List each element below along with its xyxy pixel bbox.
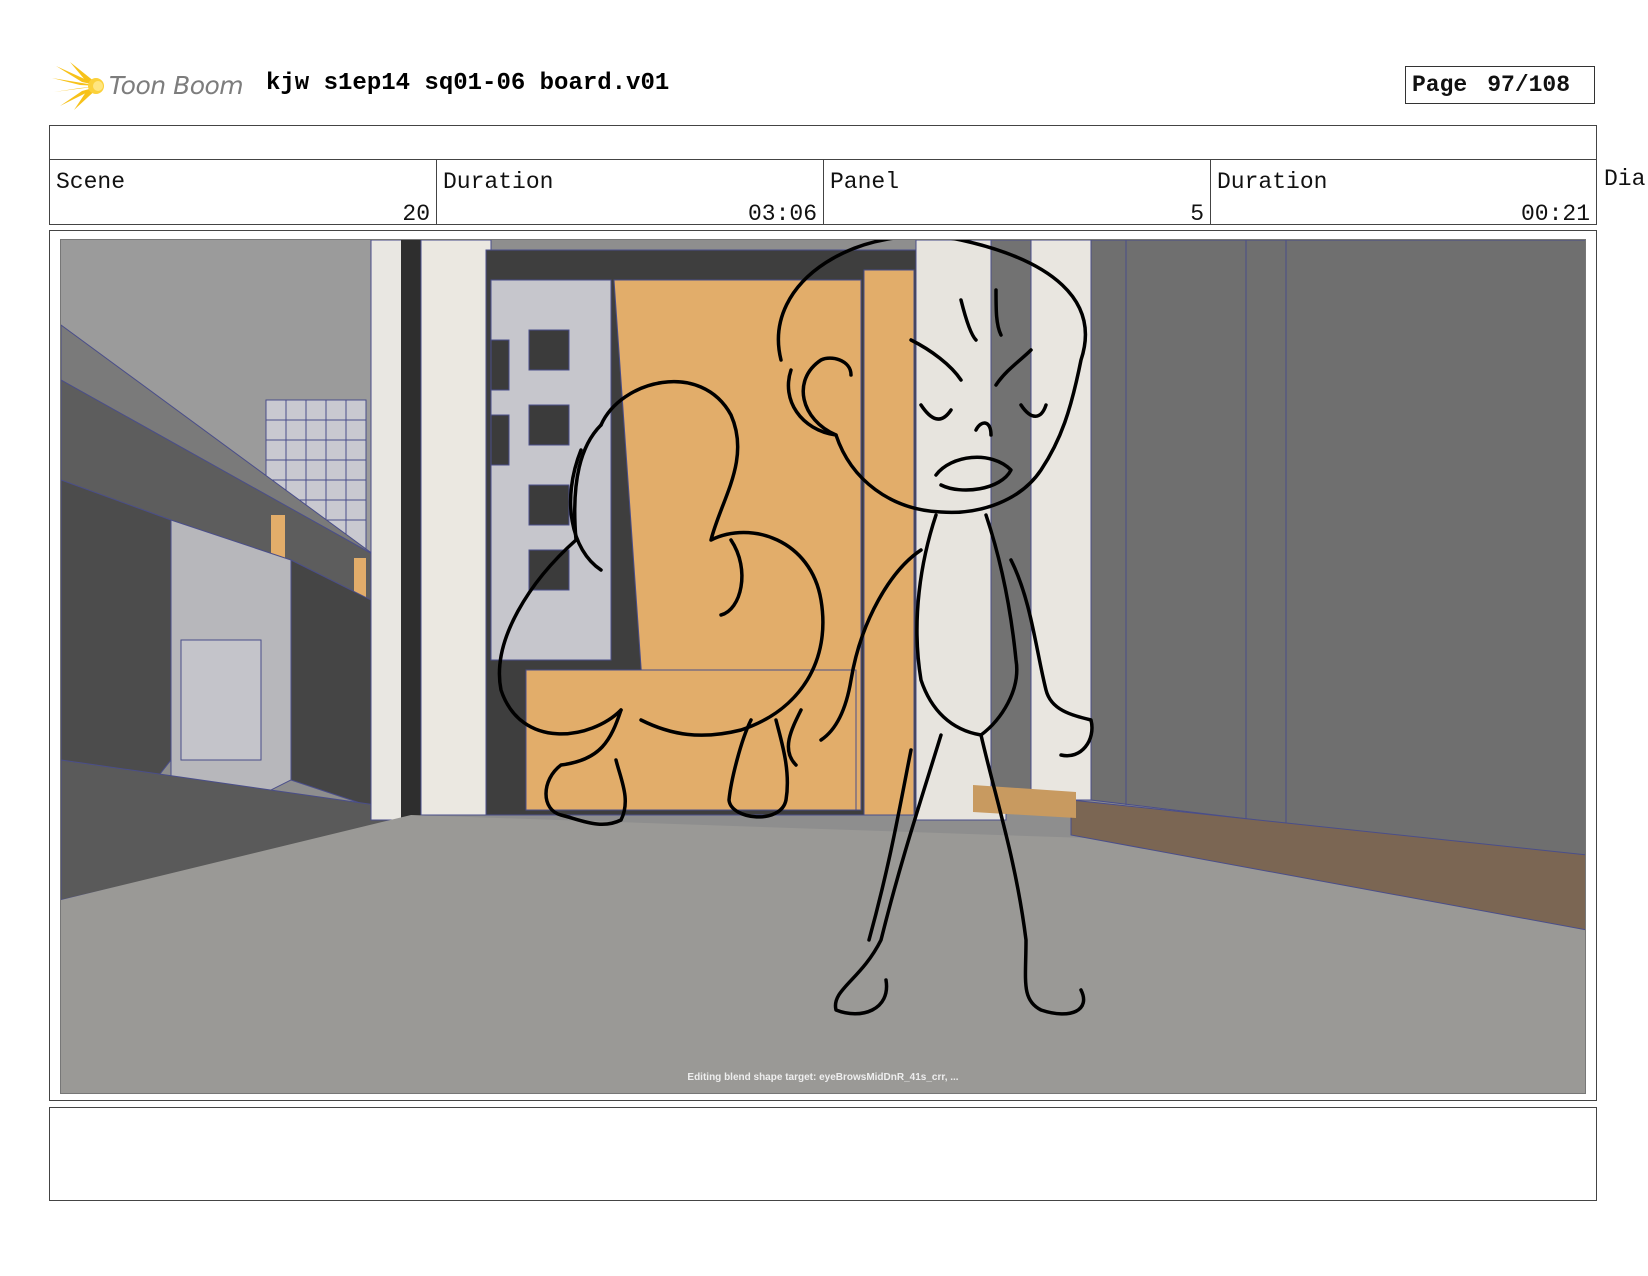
viewport-status-message: Editing blend shape target: eyeBrowsMidD… [687, 1072, 959, 1083]
scene-duration-cell: Duration 03:06 [437, 159, 824, 227]
toon-boom-logo: Toon Boom [52, 60, 272, 112]
page-indicator: Page 97/108 [1405, 66, 1595, 104]
sunburst-icon [52, 62, 104, 110]
storyboard-panel-frame: Editing blend shape target: eyeBrowsMidD… [49, 230, 1597, 1101]
page-number: 97/108 [1487, 72, 1571, 98]
dialogue-label: Dia [1604, 166, 1646, 192]
storyboard-sketch [61, 240, 1585, 1093]
action-notes-box [49, 1107, 1597, 1201]
panel-duration-label: Duration [1217, 169, 1328, 195]
storyboard-image: Editing blend shape target: eyeBrowsMidD… [60, 239, 1586, 1094]
panel-cell: Panel 5 [824, 159, 1211, 227]
panel-value: 5 [1190, 201, 1204, 227]
scene-cell: Scene 20 [50, 159, 437, 227]
panel-label: Panel [830, 169, 900, 195]
brand-name: Toon Boom [109, 71, 244, 100]
scene-duration-value: 03:06 [747, 201, 817, 227]
page-header: Toon Boom kjw s1ep14 sq01-06 board.v01 P… [52, 58, 1602, 114]
panel-duration-cell: Duration 00:21 [1211, 159, 1596, 227]
scene-label: Scene [56, 169, 126, 195]
panel-duration-value: 00:21 [1520, 201, 1590, 227]
document-title: kjw s1ep14 sq01-06 board.v01 [266, 70, 670, 97]
scene-duration-label: Duration [443, 169, 554, 195]
info-title-row [50, 126, 1596, 160]
scene-value: 20 [402, 201, 430, 227]
page-label: Page [1412, 72, 1468, 98]
panel-info-table: Scene 20 Duration 03:06 Panel 5 Duration… [49, 125, 1597, 227]
